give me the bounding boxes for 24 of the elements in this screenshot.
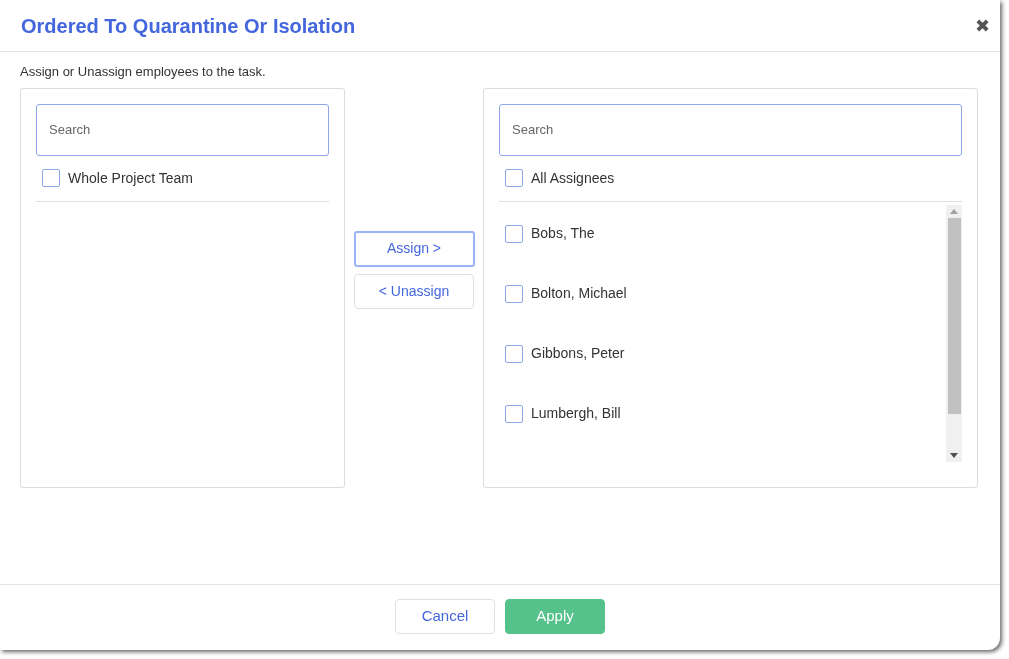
employee-name[interactable]: Bobs, The [531,223,595,244]
scroll-down-arrow-icon[interactable] [950,452,958,458]
employee-name[interactable]: Gibbons, Peter [531,343,625,364]
unassign-button[interactable]: < Unassign [354,273,474,309]
employee-name[interactable]: Lumbergh, Bill [531,403,621,424]
scroll-up-arrow-icon[interactable] [950,208,958,214]
checkbox[interactable] [505,224,523,243]
checkbox[interactable] [42,169,60,187]
scrollbar-thumb[interactable] [947,217,961,414]
close-button[interactable]: ✖ [975,16,990,35]
scrollbar[interactable] [946,204,962,462]
checkbox[interactable] [505,344,523,363]
instruction-text: Assign or Unassign employees to the task. [20,63,266,81]
assign-button[interactable]: Assign > [353,230,475,267]
cancel-button[interactable]: Cancel [395,599,495,634]
checkbox[interactable] [505,169,523,187]
search-field[interactable]: Search [499,103,962,156]
employee-name[interactable]: Bolton, Michael [531,283,627,304]
select-all-label[interactable]: Whole Project Team [68,167,193,189]
dialog-title: Ordered To Quarantine Or Isolation [21,13,356,39]
select-all-label[interactable]: All Assignees [531,167,615,189]
checkbox[interactable] [505,284,523,303]
search-field[interactable]: Search [36,103,329,156]
checkbox[interactable] [505,404,523,423]
